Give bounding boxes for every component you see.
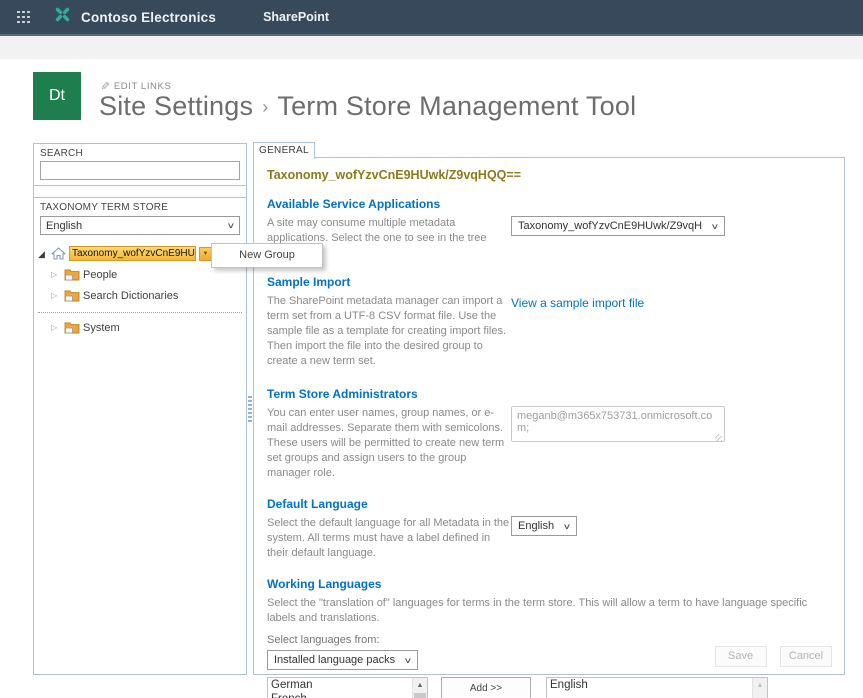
section-term-store-administrators: Term Store Administrators You can enter … bbox=[267, 387, 831, 481]
available-languages-listbox[interactable]: German French Irish Indonesian ▲ ▼ bbox=[267, 677, 428, 698]
section-working-languages: Working Languages Select the "translatio… bbox=[267, 577, 831, 698]
chevron-down-icon: ∨ bbox=[710, 221, 720, 231]
term-store-home-icon bbox=[51, 247, 66, 260]
sample-import-link[interactable]: View a sample import file bbox=[511, 296, 644, 310]
language-source-select[interactable]: Installed language packs ∨ bbox=[267, 650, 418, 670]
scrollbar: ▲ ▼ bbox=[752, 678, 767, 698]
cancel-button[interactable]: Cancel bbox=[780, 646, 832, 667]
tree-root-node[interactable]: Taxonomy_wofYzvCnE9HUwk/Z9vqHQQ== bbox=[69, 246, 196, 261]
language-source-value: Installed language packs bbox=[274, 654, 396, 666]
tree-separator bbox=[38, 312, 242, 313]
menu-item-new-group[interactable]: New Group bbox=[212, 244, 322, 267]
section-available-service-applications: Available Service Applications A site ma… bbox=[267, 197, 831, 261]
general-properties-panel: Taxonomy_wofYzvCnE9HUwk/Z9vqHQQ== Availa… bbox=[253, 157, 845, 698]
add-language-button[interactable]: Add >> bbox=[441, 677, 531, 698]
term-store-title: Taxonomy_wofYzvCnE9HUwk/Z9vqHQQ== bbox=[267, 168, 521, 182]
section-default-language: Default Language Select the default lang… bbox=[267, 497, 831, 561]
tree-item-system[interactable]: ▷ System bbox=[34, 319, 246, 336]
service-application-select[interactable]: Taxonomy_wofYzvCnE9HUwk/Z9vqHQQ== ∨ bbox=[511, 216, 725, 236]
select-languages-from-label: Select languages from: bbox=[267, 634, 380, 646]
suite-bar bbox=[0, 36, 863, 59]
group-folder-icon bbox=[64, 269, 80, 281]
tree-item-label: People bbox=[83, 268, 118, 281]
section-heading: Available Service Applications bbox=[267, 197, 441, 211]
breadcrumb-parent[interactable]: Site Settings bbox=[99, 91, 253, 121]
contoso-logo-icon bbox=[54, 6, 71, 28]
collapsed-arrow-icon[interactable]: ▷ bbox=[51, 270, 61, 280]
taxonomy-sidebar: SEARCH TAXONOMY TERM STORE English ∨ ◢ T… bbox=[33, 143, 247, 675]
language-option[interactable]: German bbox=[271, 679, 427, 693]
tree-item-people[interactable]: ▷ People bbox=[34, 266, 246, 283]
panel-splitter-handle[interactable] bbox=[248, 396, 252, 422]
tree-item-search-dictionaries[interactable]: ▷ Search Dictionaries bbox=[34, 287, 246, 304]
scrollbar[interactable]: ▲ ▼ bbox=[412, 678, 427, 698]
section-description: Select the "translation of" languages fo… bbox=[267, 597, 808, 624]
term-store-label: TAXONOMY TERM STORE bbox=[40, 202, 169, 213]
resize-handle-icon[interactable] bbox=[715, 434, 722, 441]
section-description: Select the default language for all Meta… bbox=[267, 517, 510, 559]
brand-name[interactable]: Contoso Electronics bbox=[81, 10, 216, 25]
breadcrumb-current: Term Store Management Tool bbox=[277, 91, 637, 121]
save-button[interactable]: Save bbox=[714, 646, 767, 667]
chevron-down-icon: ∨ bbox=[226, 221, 236, 230]
app-launcher-icon[interactable] bbox=[17, 10, 30, 24]
tree-item-label: System bbox=[83, 321, 120, 334]
chevron-down-icon: ∨ bbox=[562, 521, 572, 531]
language-option[interactable]: English bbox=[550, 679, 767, 693]
search-input[interactable] bbox=[40, 161, 240, 180]
collapsed-arrow-icon[interactable]: ▷ bbox=[51, 323, 61, 333]
sharepoint-link[interactable]: SharePoint bbox=[263, 10, 329, 24]
expanded-arrow-icon[interactable]: ◢ bbox=[38, 249, 48, 259]
administrators-input[interactable]: meganb@m365x753731.onmicrosoft.com; bbox=[511, 406, 725, 442]
section-heading: Term Store Administrators bbox=[267, 387, 418, 401]
default-language-value: English bbox=[518, 520, 555, 532]
search-results-strip bbox=[34, 186, 246, 198]
chevron-down-icon: ∨ bbox=[403, 655, 413, 665]
language-option[interactable]: French bbox=[271, 693, 427, 698]
tab-general[interactable]: GENERAL bbox=[253, 142, 315, 159]
section-sample-import: Sample Import The SharePoint metadata ma… bbox=[267, 275, 831, 369]
tree-item-label: Search Dictionaries bbox=[83, 289, 179, 302]
group-folder-icon bbox=[64, 322, 80, 334]
section-heading: Default Language bbox=[267, 497, 368, 511]
section-description: The SharePoint metadata manager can impo… bbox=[267, 295, 507, 367]
store-language-value: English bbox=[46, 219, 83, 232]
scrollbar-thumb[interactable] bbox=[414, 693, 426, 698]
selected-languages-listbox[interactable]: English ▲ ▼ bbox=[546, 677, 768, 698]
term-store-section: TAXONOMY TERM STORE English ∨ bbox=[34, 198, 246, 240]
scroll-up-icon: ▲ bbox=[756, 681, 764, 689]
section-description: You can enter user names, group names, o… bbox=[267, 407, 505, 479]
search-label: SEARCH bbox=[40, 148, 83, 159]
store-language-select[interactable]: English ∨ bbox=[40, 216, 240, 235]
collapsed-arrow-icon[interactable]: ▷ bbox=[51, 291, 61, 301]
section-heading: Sample Import bbox=[267, 275, 351, 289]
site-logo[interactable]: Dt bbox=[33, 72, 81, 120]
section-heading: Working Languages bbox=[267, 577, 382, 591]
page-title: Site Settings › Term Store Management Tool bbox=[99, 91, 636, 122]
default-language-select[interactable]: English ∨ bbox=[511, 516, 577, 536]
service-application-value: Taxonomy_wofYzvCnE9HUwk/Z9vqHQQ== bbox=[518, 220, 703, 232]
scroll-up-icon[interactable]: ▲ bbox=[413, 678, 427, 692]
context-menu: New Group bbox=[211, 243, 323, 268]
breadcrumb-separator-icon: › bbox=[262, 97, 269, 117]
search-section: SEARCH bbox=[34, 144, 246, 186]
group-folder-icon bbox=[64, 290, 80, 302]
top-app-bar: Contoso Electronics SharePoint bbox=[0, 0, 863, 34]
